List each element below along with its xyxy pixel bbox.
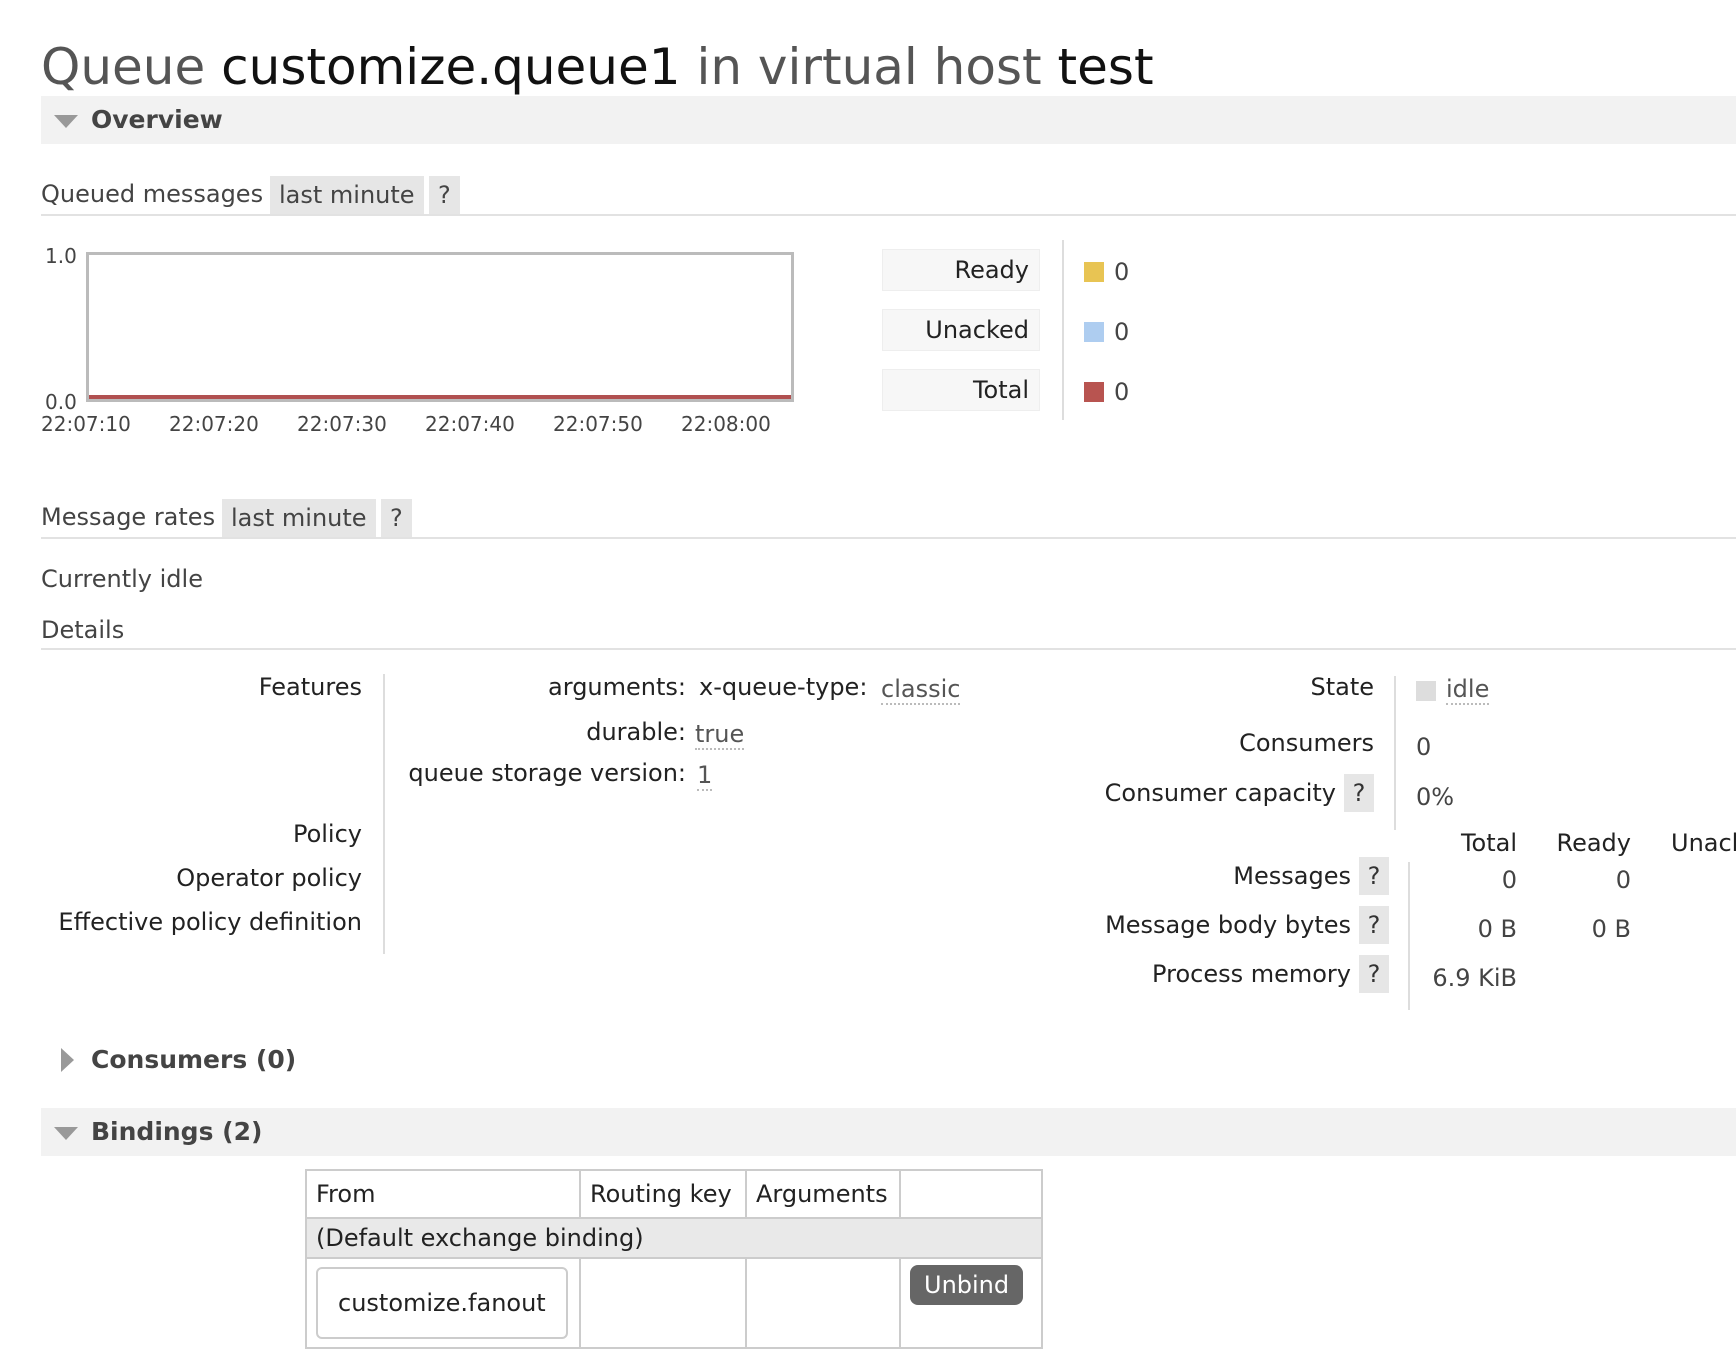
bindings-section-header[interactable]: Bindings (2) — [41, 1108, 1736, 1156]
stats-header-unacked: Unacl — [1671, 829, 1736, 857]
binding-from-cell: customize.fanout — [305, 1257, 581, 1349]
messages-ready: 0 — [1615, 866, 1631, 894]
title-middle: in virtual host — [696, 38, 1042, 96]
x-tick: 22:08:00 — [681, 412, 771, 436]
details-label: Details — [41, 616, 125, 644]
durable-value: true — [695, 720, 745, 750]
default-binding-label: (Default exchange binding) — [305, 1217, 1043, 1259]
page-title: Queue customize.queue1 in virtual host t… — [41, 38, 1154, 96]
collapse-triangle-icon — [54, 115, 78, 128]
process-memory-label: Process memory — [1152, 960, 1351, 988]
rates-range-selector[interactable]: last minute — [222, 499, 376, 537]
overview-section-header[interactable]: Overview — [41, 96, 1736, 144]
state-divider — [1394, 676, 1396, 830]
rates-status: Currently idle — [41, 565, 203, 593]
x-tick: 22:07:20 — [169, 412, 259, 436]
bindings-table: From Routing key Arguments (Default exch… — [305, 1169, 1043, 1349]
legend-label-unacked: Unacked — [882, 309, 1040, 351]
expand-triangle-icon — [61, 1048, 74, 1072]
x-tick: 22:07:10 — [41, 412, 131, 436]
y-tick-top: 1.0 — [45, 244, 77, 268]
body-bytes-label: Message body bytes — [1105, 911, 1351, 939]
legend-swatch-ready — [1084, 262, 1104, 282]
body-bytes-ready: 0 B — [1591, 915, 1631, 943]
operator-policy-label: Operator policy — [176, 864, 362, 892]
legend-value-total: 0 — [1114, 378, 1130, 406]
policy-label: Policy — [292, 820, 362, 848]
exchange-link[interactable]: customize.fanout — [316, 1267, 568, 1339]
rates-help-button[interactable]: ? — [381, 499, 412, 537]
process-memory-help-button[interactable]: ? — [1359, 955, 1389, 993]
message-rates-header: Message rates last minute ? — [41, 499, 1736, 539]
messages-label: Messages — [1233, 862, 1351, 890]
arguments-label: arguments: — [548, 673, 686, 701]
binding-routing-key — [579, 1257, 747, 1349]
stats-header-total: Total — [1460, 829, 1517, 857]
effective-policy-label: Effective policy definition — [58, 908, 362, 936]
chart-plot-area — [86, 252, 794, 402]
state-indicator-icon — [1416, 681, 1436, 701]
storage-version-value: 1 — [697, 761, 713, 791]
details-header: Details — [41, 612, 1736, 650]
body-bytes-total: 0 B — [1477, 915, 1517, 943]
vhost-name: test — [1057, 38, 1154, 96]
legend-swatch-unacked — [1084, 322, 1104, 342]
legend-value-ready: 0 — [1114, 258, 1130, 286]
binding-arguments — [745, 1257, 901, 1349]
collapse-triangle-icon — [54, 1127, 78, 1140]
messages-total: 0 — [1501, 866, 1517, 894]
legend-divider — [1062, 240, 1064, 420]
process-memory-total: 6.9 KiB — [1432, 964, 1517, 992]
storage-version-label: queue storage version: — [408, 759, 686, 787]
state-value: idle — [1446, 675, 1490, 705]
consumers-section-header[interactable]: Consumers (0) — [41, 1036, 641, 1084]
arg-key: x-queue-type: — [699, 673, 868, 701]
overview-label: Overview — [91, 105, 223, 134]
queued-messages-label: Queued messages — [41, 180, 264, 208]
y-tick-bottom: 0.0 — [45, 390, 77, 414]
queued-help-button[interactable]: ? — [429, 176, 460, 214]
col-actions — [899, 1169, 1043, 1219]
bindings-header-row: From Routing key Arguments — [305, 1169, 1043, 1219]
default-binding-row: (Default exchange binding) — [305, 1217, 1043, 1259]
legend-label-total: Total — [882, 369, 1040, 411]
legend-value-unacked: 0 — [1114, 318, 1130, 346]
col-routing-key: Routing key — [579, 1169, 747, 1219]
consumers-value: 0 — [1416, 733, 1432, 761]
arg-value: classic — [881, 675, 961, 705]
details-left-divider — [383, 674, 385, 954]
x-tick: 22:07:30 — [297, 412, 387, 436]
consumers-section-label: Consumers (0) — [91, 1045, 297, 1074]
x-tick: 22:07:40 — [425, 412, 515, 436]
capacity-help-button[interactable]: ? — [1344, 774, 1374, 812]
stats-header-ready: Ready — [1556, 829, 1631, 857]
state-label: State — [1310, 673, 1374, 701]
legend-label-ready: Ready — [882, 249, 1040, 291]
title-prefix: Queue — [41, 38, 206, 96]
queue-name: customize.queue1 — [221, 38, 681, 96]
x-tick: 22:07:50 — [553, 412, 643, 436]
capacity-value: 0% — [1416, 783, 1455, 811]
binding-actions: Unbind — [899, 1257, 1043, 1349]
consumer-capacity-label: Consumer capacity — [1104, 779, 1336, 807]
body-bytes-help-button[interactable]: ? — [1359, 906, 1389, 944]
queued-messages-header: Queued messages last minute ? — [41, 176, 1736, 216]
col-from: From — [305, 1169, 581, 1219]
messages-help-button[interactable]: ? — [1359, 857, 1389, 895]
bindings-label: Bindings (2) — [91, 1117, 263, 1146]
message-rates-label: Message rates — [41, 503, 216, 531]
legend-swatch-total — [1084, 382, 1104, 402]
total-series-line — [89, 395, 791, 399]
unbind-button[interactable]: Unbind — [910, 1265, 1024, 1305]
queued-range-selector[interactable]: last minute — [270, 176, 424, 214]
features-label: Features — [258, 673, 362, 701]
consumers-label: Consumers — [1239, 729, 1374, 757]
table-row: customize.fanout Unbind — [305, 1257, 1043, 1349]
durable-label: durable: — [586, 718, 686, 746]
col-arguments: Arguments — [745, 1169, 901, 1219]
